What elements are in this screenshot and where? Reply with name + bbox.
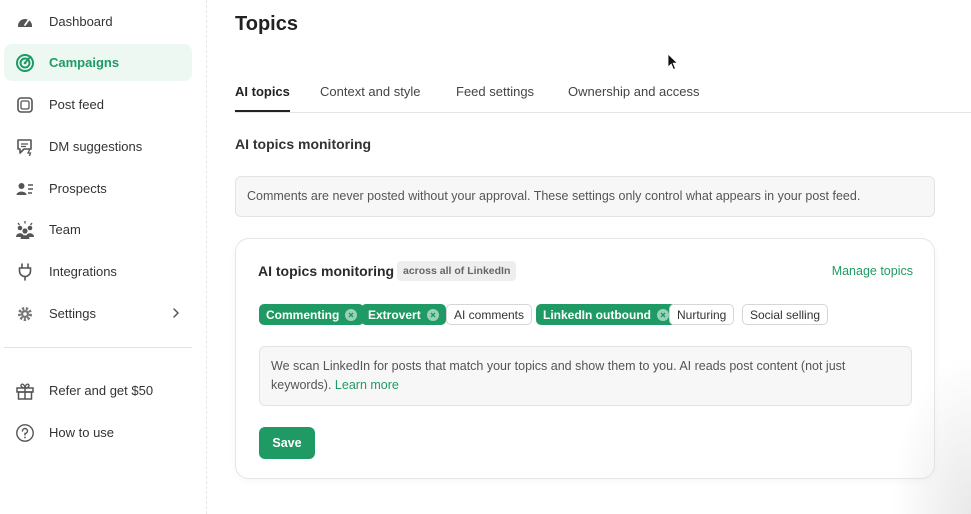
chip-label: Nurturing [677,307,727,322]
remove-icon[interactable] [656,308,669,321]
gear-icon [15,304,35,324]
sidebar-item-integrations[interactable]: Integrations [4,253,192,290]
sidebar-item-label: Team [49,222,81,237]
mouse-cursor-icon [667,53,679,71]
sidebar-item-label: DM suggestions [49,139,143,154]
manage-topics-link[interactable]: Manage topics [832,264,913,278]
card-title: AI topics monitoring [258,263,395,279]
sidebar-item-settings[interactable]: Settings [4,295,192,332]
sidebar-item-label: Integrations [49,264,117,279]
help-circle-icon [15,423,35,443]
remove-icon[interactable] [426,308,439,321]
target-icon [15,53,35,73]
plug-icon [15,262,35,282]
gift-icon [15,381,35,401]
tab-bar: AI topics Context and style Feed setting… [235,78,971,113]
section-title: AI topics monitoring [235,136,372,152]
topic-chip-nurturing[interactable]: Nurturing [669,304,735,325]
scope-badge: across all of LinkedIn [397,261,517,281]
sidebar-item-label: Settings [49,306,96,321]
chevron-right-icon [168,305,184,321]
team-icon [15,220,35,240]
tab-context-and-style[interactable]: Context and style [320,78,420,112]
sidebar-item-label: Post feed [49,97,104,112]
sidebar-item-dm-suggestions[interactable]: DM suggestions [4,128,192,165]
sidebar-item-post-feed[interactable]: Post feed [4,86,192,123]
topic-chip-commenting[interactable]: Commenting [259,304,365,325]
contact-list-icon [15,179,35,199]
tab-ai-topics[interactable]: AI topics [235,78,290,112]
page-title: Topics [235,13,298,35]
chip-label: LinkedIn outbound [543,307,651,322]
topic-chip-social-selling[interactable]: Social selling [742,304,829,325]
chat-bolt-icon [15,137,35,157]
sidebar-item-dashboard[interactable]: Dashboard [4,3,192,40]
sidebar: Dashboard Campaigns Post feed DM suggest… [0,0,207,514]
sidebar-item-how-to-use[interactable]: How to use [4,414,192,451]
remove-icon[interactable] [345,308,358,321]
post-feed-icon [15,95,35,115]
sidebar-item-campaigns[interactable]: Campaigns [4,44,192,81]
sidebar-item-refer[interactable]: Refer and get $50 [4,372,192,409]
sidebar-item-label: Prospects [49,181,107,196]
chip-label: Extrovert [368,307,421,322]
sidebar-item-label: Dashboard [49,14,113,29]
tab-feed-settings[interactable]: Feed settings [456,78,534,112]
gauge-icon [15,12,35,32]
sidebar-item-team[interactable]: Team [4,211,192,248]
learn-more-link[interactable]: Learn more [335,378,399,392]
topic-chip-ai-comments[interactable]: AI comments [446,304,533,325]
chip-label: AI comments [454,307,525,322]
tab-ownership-and-access[interactable]: Ownership and access [568,78,700,112]
sidebar-item-label: Refer and get $50 [49,383,154,398]
sidebar-item-label: Campaigns [49,55,120,70]
sidebar-item-label: How to use [49,425,115,440]
scan-info-box: We scan LinkedIn for posts that match yo… [259,346,912,406]
topics-monitoring-card: AI topics monitoring across all of Linke… [235,238,935,479]
sidebar-item-prospects[interactable]: Prospects [4,170,192,207]
chip-label: Social selling [750,307,821,322]
approval-notice: Comments are never posted without your a… [235,176,935,217]
sidebar-divider [4,347,192,348]
topic-chip-extrovert[interactable]: Extrovert [361,304,446,325]
save-button[interactable]: Save [259,427,315,459]
topic-chip-linkedin-outbound[interactable]: LinkedIn outbound [536,304,676,325]
chip-label: Commenting [266,307,340,322]
